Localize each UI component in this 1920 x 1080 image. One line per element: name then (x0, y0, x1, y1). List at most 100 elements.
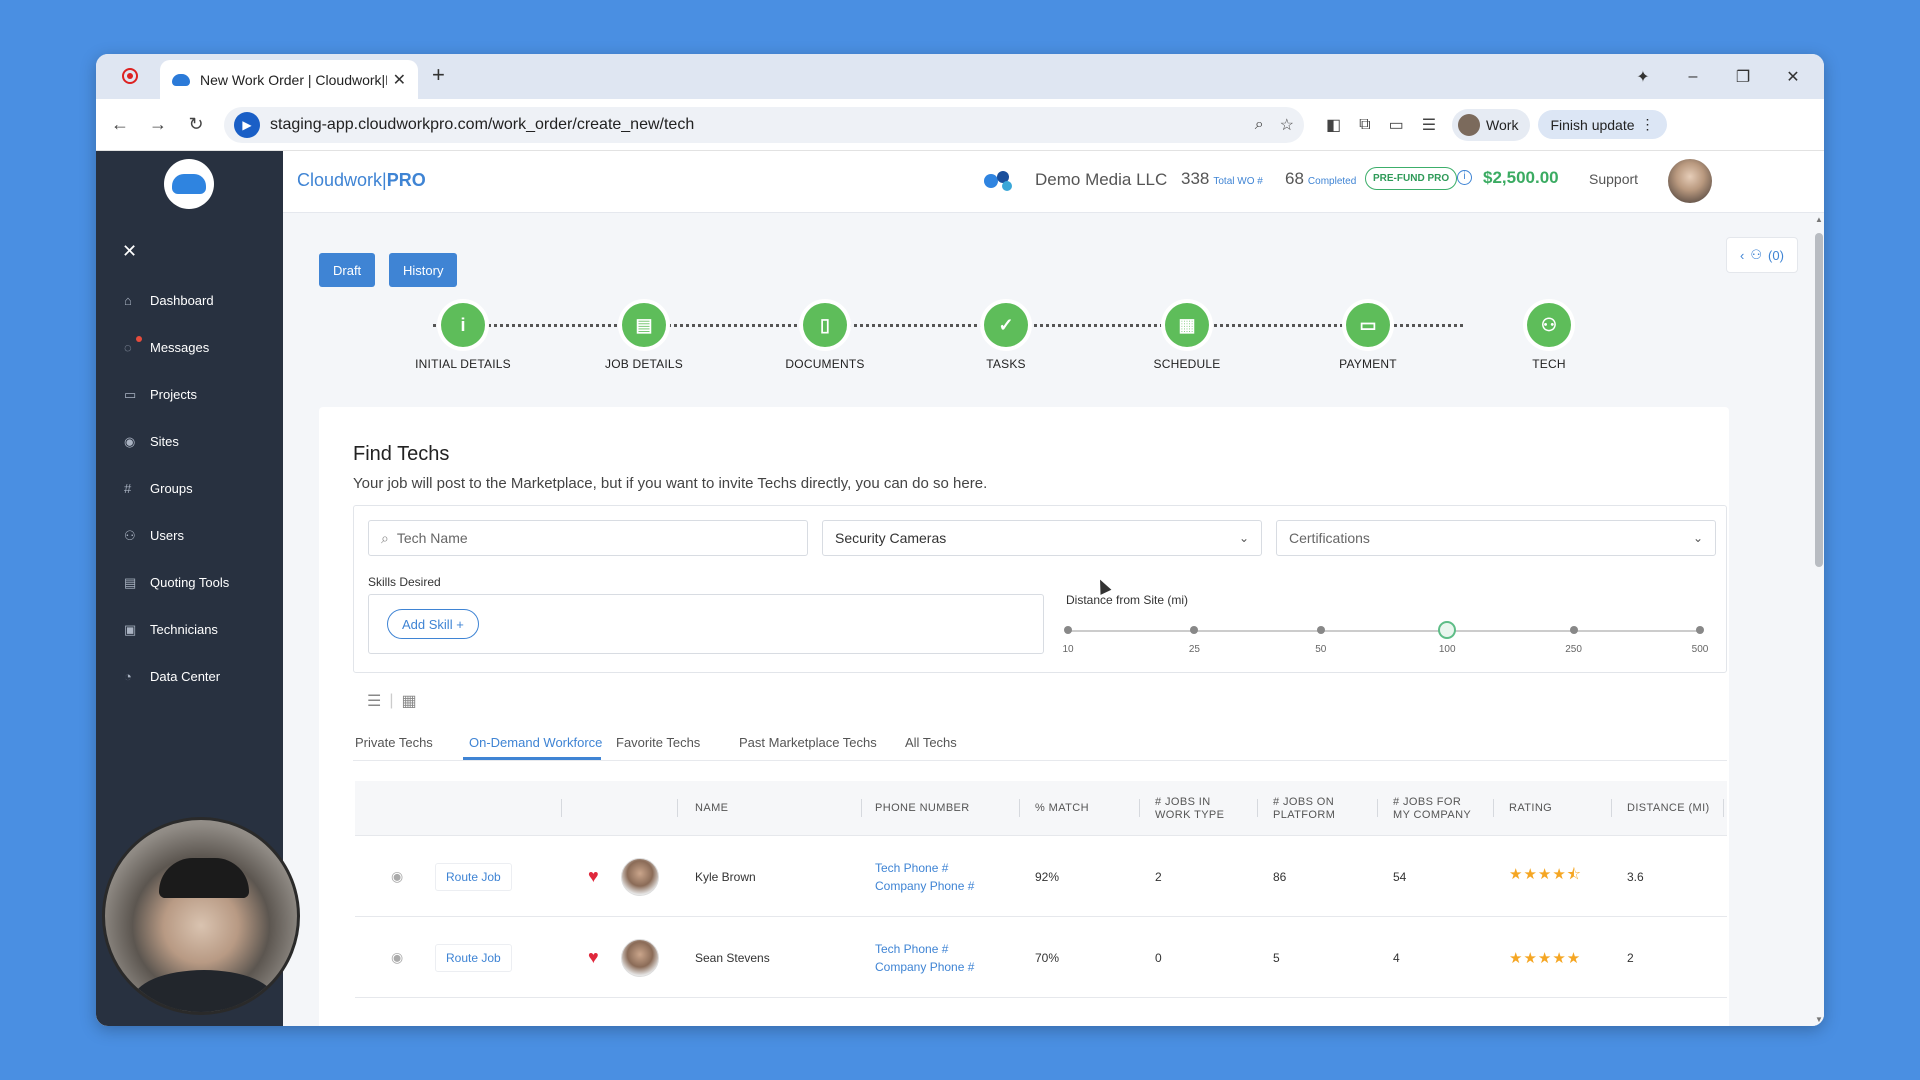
sidebar-item-groups[interactable]: # Groups (96, 465, 283, 512)
bookmark-star-icon[interactable]: ☆ (1280, 115, 1294, 135)
sidebar-item-label: Messages (150, 340, 210, 355)
sidebar-item-users[interactable]: ⚇ Users (96, 512, 283, 559)
sidebar-item-projects[interactable]: ▭ Projects (96, 371, 283, 418)
window-close-button[interactable]: ✕ (1772, 67, 1814, 87)
tech-phone-link[interactable]: Tech Phone # (875, 942, 948, 956)
profile-button[interactable]: Work (1452, 108, 1531, 141)
sidebar-item-quoting-tools[interactable]: ▤ Quoting Tools (96, 559, 283, 606)
distance-slider-stop[interactable] (1316, 626, 1325, 634)
close-sidebar-icon[interactable]: ✕ (122, 241, 137, 262)
forward-icon[interactable]: → (140, 114, 176, 135)
step-schedule[interactable]: ▦ SCHEDULE (1127, 297, 1247, 371)
company-phone-link[interactable]: Company Phone # (875, 879, 974, 893)
page-scrollbar[interactable]: ▲ ▼ (1814, 213, 1824, 1026)
grid-view-icon[interactable]: ▦ (402, 691, 417, 711)
distance-slider-track[interactable] (1068, 630, 1700, 632)
minimize-button[interactable]: – (1672, 68, 1714, 86)
table-row[interactable]: ◉ Route Job ♥ Sean Stevens Tech Phone # … (355, 917, 1727, 998)
col-jobs-company[interactable]: # JOBS FOR MY COMPANY (1393, 781, 1471, 836)
col-phone[interactable]: PHONE NUMBER (875, 781, 970, 836)
step-initial-details[interactable]: i INITIAL DETAILS (403, 297, 523, 371)
finish-update-button[interactable]: Finish update ⋮ (1538, 110, 1667, 139)
tech-phone-link[interactable]: Tech Phone # (875, 861, 948, 875)
extension-badge-icon[interactable]: ◧ (1326, 115, 1341, 135)
kebab-menu-icon[interactable]: ⋮ (1641, 116, 1655, 133)
support-link[interactable]: Support (1589, 171, 1638, 187)
scroll-thumb[interactable] (1815, 233, 1823, 567)
browser-tab[interactable]: New Work Order | Cloudwork|P ✕ (160, 60, 418, 99)
company-phone-link[interactable]: Company Phone # (875, 960, 974, 974)
new-tab-button[interactable]: + (432, 62, 445, 88)
address-bar[interactable]: ▶ staging-app.cloudworkpro.com/work_orde… (224, 106, 1304, 143)
step-documents[interactable]: ▯ DOCUMENTS (765, 297, 885, 371)
draft-button[interactable]: Draft (319, 253, 376, 287)
restore-button[interactable]: ❐ (1722, 67, 1764, 87)
tech-name[interactable]: Kyle Brown (695, 836, 756, 917)
tab-strip: New Work Order | Cloudwork|P ✕ + ✦ – ❐ ✕ (96, 54, 1824, 99)
tech-name-search-input[interactable]: ⌕ Tech Name (368, 520, 808, 556)
site-info-icon[interactable]: ▶ (234, 111, 260, 138)
scroll-down-icon[interactable]: ▼ (1815, 1015, 1823, 1024)
col-name[interactable]: NAME (695, 781, 728, 836)
tab-on-demand-workforce[interactable]: On-Demand Workforce (469, 735, 602, 750)
url-text[interactable]: staging-app.cloudworkpro.com/work_order/… (270, 116, 1239, 134)
certifications-select[interactable]: Certifications ⌄ (1276, 520, 1716, 556)
step-job-details[interactable]: ▤ JOB DETAILS (584, 297, 704, 371)
reading-list-icon[interactable]: ☰ (1422, 115, 1436, 135)
cloud-logo[interactable] (164, 159, 214, 209)
cast-icon[interactable]: ▭ (1389, 115, 1404, 135)
avatar[interactable] (621, 857, 659, 896)
distance-slider-stop[interactable] (1064, 626, 1072, 634)
sidebar-item-messages[interactable]: ◌ Messages (96, 324, 283, 371)
completed-stat[interactable]: 68 Completed (1285, 169, 1356, 189)
col-distance[interactable]: DISTANCE (MI) (1627, 781, 1710, 836)
view-eye-icon[interactable]: ◉ (391, 836, 403, 917)
step-tech[interactable]: ⚇ TECH (1489, 297, 1609, 371)
tab-favorite-techs[interactable]: Favorite Techs (616, 735, 700, 750)
route-job-button[interactable]: Route Job (435, 943, 512, 972)
total-wo-stat[interactable]: 338 Total WO # (1181, 169, 1263, 189)
prefund-badge[interactable]: PRE-FUND PRO (1365, 167, 1458, 190)
reload-icon[interactable]: ↻ (178, 114, 214, 135)
distance-slider-stop[interactable] (1569, 626, 1578, 634)
sidebar-item-technicians[interactable]: ▣ Technicians (96, 606, 283, 653)
info-icon[interactable]: i (1457, 170, 1472, 185)
tab-all-techs[interactable]: All Techs (905, 735, 957, 750)
favorite-heart-icon[interactable]: ♥ (588, 947, 599, 968)
distance-slider-thumb[interactable] (1438, 621, 1457, 639)
table-row[interactable]: ◉ Route Job ♥ Kyle Brown Tech Phone # Co… (355, 836, 1727, 917)
work-type-select[interactable]: Security Cameras ⌄ (822, 520, 1262, 556)
step-payment[interactable]: ▭ PAYMENT (1308, 297, 1428, 371)
zoom-icon[interactable]: ⌕ (1255, 116, 1264, 134)
tech-name[interactable]: Sean Stevens (695, 917, 770, 998)
add-skill-button[interactable]: Add Skill + (387, 609, 479, 639)
sidebar-item-dashboard[interactable]: ⌂ Dashboard (96, 277, 283, 324)
record-icon[interactable] (122, 68, 138, 84)
brand-logo[interactable]: Cloudwork|PRO (297, 170, 426, 191)
scroll-up-icon[interactable]: ▲ (1815, 215, 1823, 224)
distance-slider-stop[interactable] (1696, 626, 1704, 634)
avatar[interactable] (621, 938, 659, 977)
favorite-heart-icon[interactable]: ♥ (588, 866, 599, 887)
team-panel-toggle[interactable]: ‹ ⚇ (0) (1726, 237, 1798, 273)
back-icon[interactable]: ← (102, 114, 138, 135)
tab-private-techs[interactable]: Private Techs (355, 735, 433, 750)
sidebar-item-sites[interactable]: ◉ Sites (96, 418, 283, 465)
col-rating[interactable]: RATING (1509, 781, 1552, 836)
col-jobs-platform[interactable]: # JOBS ON PLATFORM (1273, 781, 1335, 836)
company-name[interactable]: Demo Media LLC (1035, 170, 1167, 190)
user-avatar[interactable] (1668, 159, 1712, 203)
view-eye-icon[interactable]: ◉ (391, 917, 403, 998)
sidebar-item-data-center[interactable]: ◔ Data Center (96, 653, 283, 700)
distance-slider-stop[interactable] (1190, 626, 1199, 634)
route-job-button[interactable]: Route Job (435, 862, 512, 891)
col-match[interactable]: % MATCH (1035, 781, 1089, 836)
sparkle-icon[interactable]: ✦ (1622, 67, 1664, 87)
tab-close-icon[interactable]: ✕ (393, 70, 406, 90)
puzzle-icon[interactable]: ⧉ (1359, 116, 1370, 134)
list-view-icon[interactable]: ☰ (367, 691, 381, 711)
col-jobs-work-type[interactable]: # JOBS IN WORK TYPE (1155, 781, 1224, 836)
step-tasks[interactable]: ✓ TASKS (946, 297, 1066, 371)
tab-past-marketplace-techs[interactable]: Past Marketplace Techs (739, 735, 877, 750)
history-button[interactable]: History (389, 253, 458, 287)
